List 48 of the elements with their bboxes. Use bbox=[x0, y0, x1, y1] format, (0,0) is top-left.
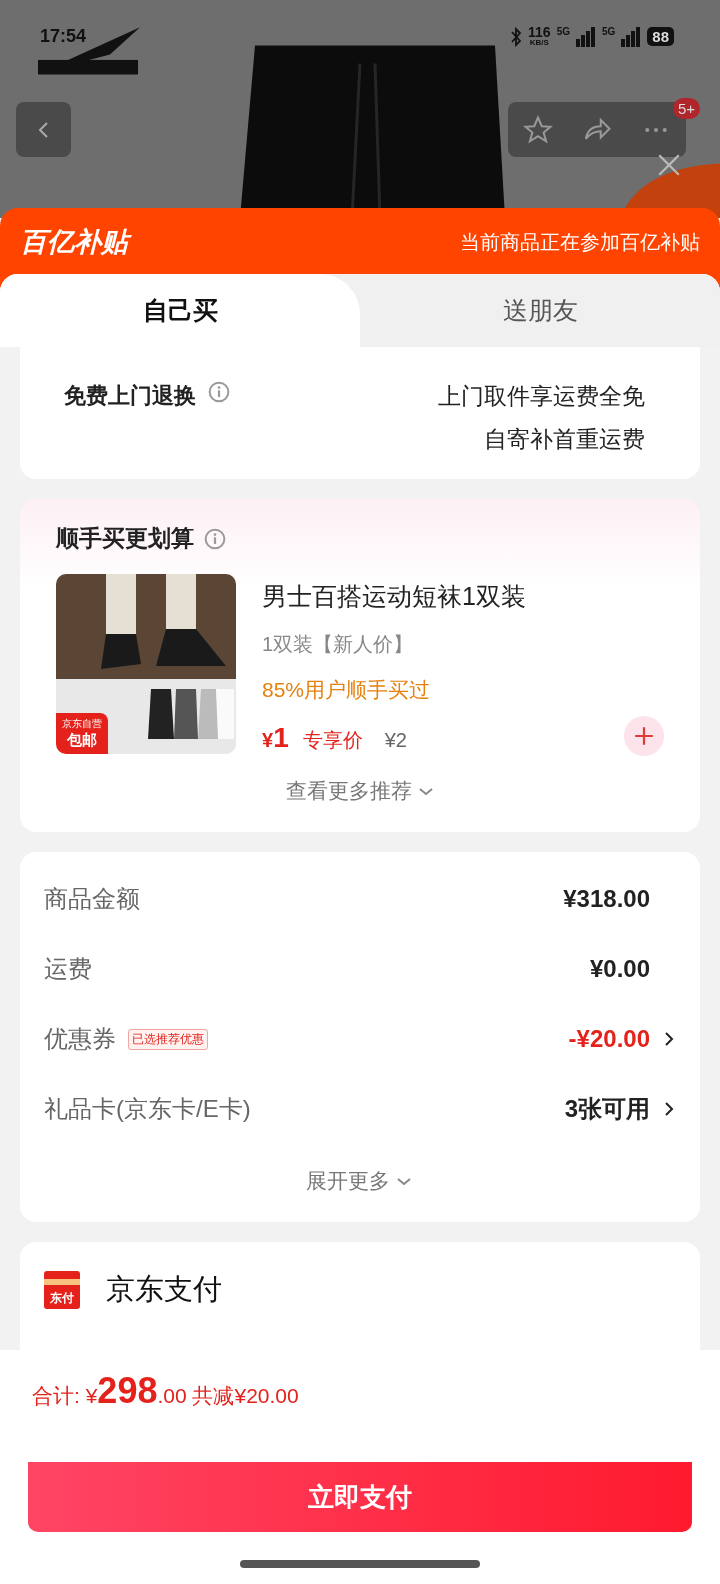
payment-icon: 东付 bbox=[44, 1271, 80, 1309]
fee-value: ¥318.00 bbox=[563, 885, 650, 913]
plus-icon bbox=[633, 725, 655, 747]
returns-title: 免费上门退换 bbox=[64, 382, 196, 410]
more-recommendations-link[interactable]: 查看更多推荐 bbox=[280, 776, 440, 806]
fee-value: 3张可用 bbox=[564, 1094, 650, 1124]
bluetooth-icon bbox=[510, 26, 523, 47]
payment-method: 京东支付 bbox=[106, 1272, 222, 1307]
product-name: 男士百搭运动短袜1双装 bbox=[262, 581, 527, 612]
chevron-down-icon bbox=[395, 1177, 412, 1188]
total-summary: 合计: ¥298.00 共减¥20.00 bbox=[32, 1370, 299, 1413]
network-type: 5G bbox=[556, 26, 570, 37]
chevron-icon[interactable] bbox=[664, 1101, 674, 1117]
product-social-proof: 85%用户顺手买过 bbox=[262, 677, 432, 703]
info-icon[interactable] bbox=[204, 527, 226, 550]
product-spec: 1双装【新人价】 bbox=[262, 632, 415, 657]
signal-icon bbox=[621, 26, 642, 47]
back-button[interactable] bbox=[16, 102, 71, 157]
tab[interactable]: 自己买 bbox=[0, 274, 360, 347]
original-price: ¥2 bbox=[384, 729, 407, 752]
fee-label: 优惠券 bbox=[44, 1024, 116, 1054]
returns-detail: 自寄补首重运费 bbox=[484, 425, 645, 454]
fee-label: 礼品卡(京东卡/E卡) bbox=[44, 1094, 251, 1124]
network-speed: 116 bbox=[528, 26, 551, 38]
network-type: 5G bbox=[601, 26, 616, 37]
add-button[interactable] bbox=[624, 716, 664, 756]
expand-more-link[interactable]: 展开更多 bbox=[300, 1166, 418, 1196]
star-icon[interactable] bbox=[522, 114, 553, 145]
fee-value: ¥0.00 bbox=[589, 955, 650, 983]
notification-badge: 5+ bbox=[672, 98, 700, 119]
battery-level: 88 bbox=[647, 27, 674, 46]
addon-title: 顺手买更划算 bbox=[56, 524, 194, 553]
chevron-down-icon bbox=[417, 787, 434, 798]
fee-label: 商品金额 bbox=[44, 884, 140, 914]
returns-detail: 上门取件享运费全免 bbox=[438, 382, 645, 411]
coupon-tag: 已选推荐优惠 bbox=[128, 1028, 208, 1050]
speed-unit: KB/S bbox=[529, 38, 549, 47]
product-price: ¥1 bbox=[262, 722, 289, 754]
chevron-icon[interactable] bbox=[664, 1031, 674, 1047]
status-time: 17:54 bbox=[40, 26, 87, 47]
price-tag: 专享价 bbox=[302, 727, 363, 754]
close-icon[interactable] bbox=[656, 152, 682, 178]
fee-label: 运费 bbox=[44, 954, 92, 984]
info-icon[interactable] bbox=[208, 381, 230, 403]
product-badge: 京东自营 包邮 bbox=[56, 713, 108, 754]
signal-icon bbox=[575, 26, 596, 47]
fee-value: -¥20.00 bbox=[568, 1025, 650, 1053]
subsidy-note: 当前商品正在参加百亿补贴 bbox=[460, 230, 700, 255]
